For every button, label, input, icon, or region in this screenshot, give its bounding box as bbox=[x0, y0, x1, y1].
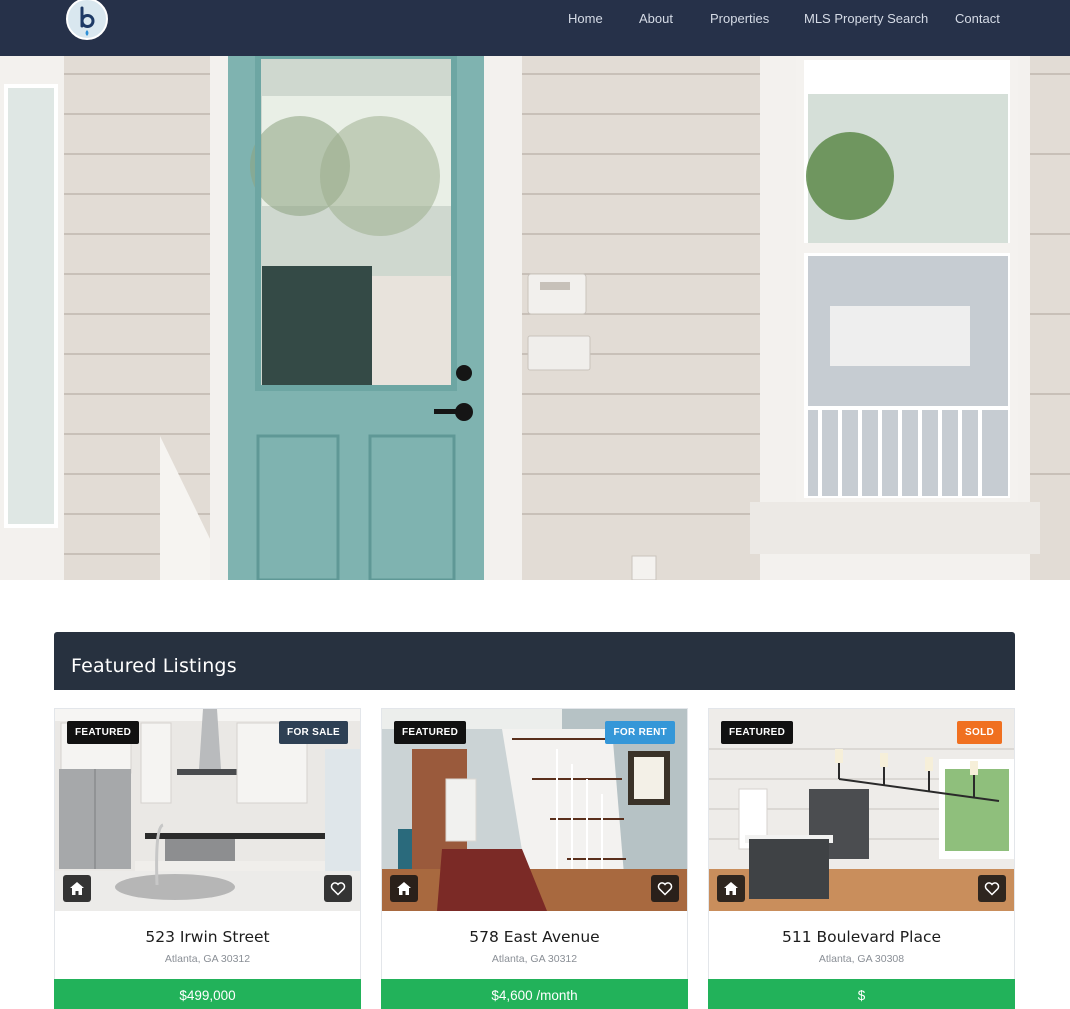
listing-address[interactable]: 578 East Avenue bbox=[382, 927, 687, 947]
home-icon[interactable] bbox=[390, 875, 418, 902]
listing-price: $ bbox=[857, 988, 866, 1003]
listing-price: $499,000 bbox=[179, 988, 236, 1003]
featured-badge: FEATURED bbox=[721, 721, 794, 744]
nav-contact[interactable]: Contact bbox=[955, 11, 1000, 27]
listing-card[interactable]: FEATURED FOR SALE 523 Irwin Street Atlan… bbox=[54, 708, 361, 1009]
price-bar: $499,000 bbox=[54, 979, 361, 1009]
listing-card[interactable]: FEATURED SOLD 511 Boulevard Place Atlant… bbox=[708, 708, 1015, 1009]
price-bar: $ bbox=[708, 979, 1015, 1009]
listing-city: Atlanta, GA 30312 bbox=[164, 953, 251, 965]
top-navbar: Home About Properties MLS Property Searc… bbox=[0, 0, 1070, 56]
featured-badge: FEATURED bbox=[394, 721, 467, 744]
price-bar: $4,600 /month bbox=[381, 979, 688, 1009]
nav-mls-property-search[interactable]: MLS Property Search bbox=[804, 11, 928, 27]
heart-icon[interactable] bbox=[651, 875, 679, 902]
listing-address[interactable]: 511 Boulevard Place bbox=[709, 927, 1014, 947]
listing-city: Atlanta, GA 30312 bbox=[491, 953, 578, 965]
heart-icon[interactable] bbox=[324, 875, 352, 902]
home-icon[interactable] bbox=[63, 875, 91, 902]
site-logo[interactable] bbox=[66, 0, 108, 40]
featured-listings-header: Featured Listings bbox=[54, 632, 1015, 690]
nav-about[interactable]: About bbox=[639, 11, 673, 27]
status-badge-sold: SOLD bbox=[957, 721, 1002, 744]
listing-address[interactable]: 523 Irwin Street bbox=[55, 927, 360, 947]
listing-city: Atlanta, GA 30308 bbox=[818, 953, 905, 965]
listing-photo[interactable]: FEATURED FOR RENT bbox=[382, 709, 687, 911]
listing-photo[interactable]: FEATURED FOR SALE bbox=[55, 709, 360, 911]
featured-badge: FEATURED bbox=[67, 721, 140, 744]
heart-icon[interactable] bbox=[978, 875, 1006, 902]
logo-mark bbox=[80, 6, 95, 36]
listing-photo[interactable]: FEATURED SOLD bbox=[709, 709, 1014, 911]
hero-image bbox=[0, 56, 1070, 580]
nav-properties[interactable]: Properties bbox=[710, 11, 769, 27]
section-title: Featured Listings bbox=[71, 655, 237, 677]
status-badge-for-rent: FOR RENT bbox=[605, 721, 675, 744]
nav-home[interactable]: Home bbox=[568, 11, 603, 27]
listing-price: $4,600 /month bbox=[491, 988, 578, 1003]
home-icon[interactable] bbox=[717, 875, 745, 902]
status-badge-for-sale: FOR SALE bbox=[279, 721, 348, 744]
listing-card[interactable]: FEATURED FOR RENT 578 East Avenue Atlant… bbox=[381, 708, 688, 1009]
